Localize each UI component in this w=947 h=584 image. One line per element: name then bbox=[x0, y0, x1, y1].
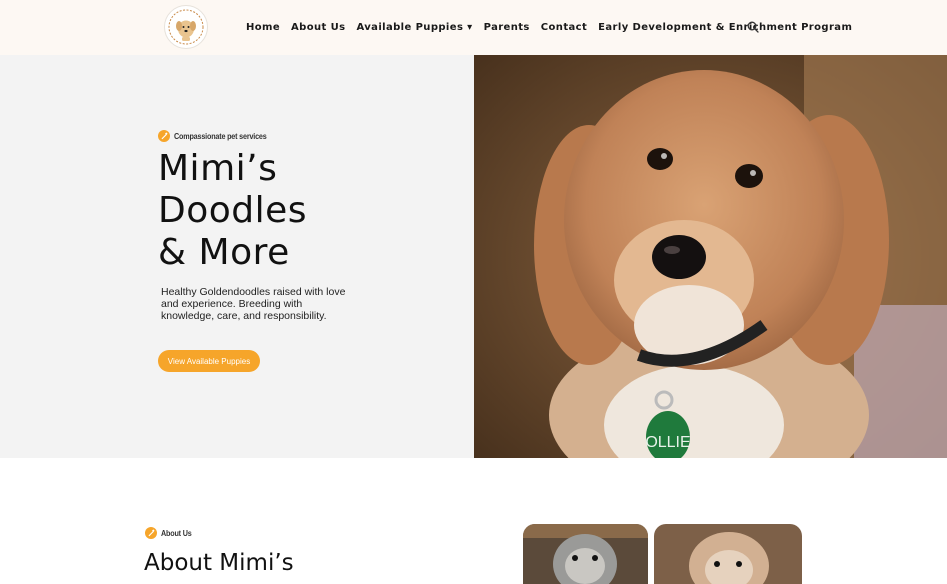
hero-description: Healthy Goldendoodles raised with love a… bbox=[161, 286, 346, 322]
view-available-puppies-button[interactable]: View Available Puppies bbox=[158, 350, 260, 372]
tan-doodle-photo bbox=[654, 524, 802, 584]
nav-home[interactable]: Home bbox=[246, 22, 280, 33]
about-tag-label: About Us bbox=[161, 528, 192, 538]
hero-title: Mimi’s Doodles & More bbox=[158, 148, 458, 274]
hero-title-line: Doodles bbox=[158, 190, 308, 231]
about-title: About Mimi’s bbox=[144, 550, 294, 576]
search-button[interactable] bbox=[742, 16, 764, 38]
site-header: Home About Us Available Puppies ▾ Parent… bbox=[0, 0, 947, 55]
goldendoodle-puppy-photo: OLLIE bbox=[474, 55, 947, 458]
paw-badge-icon bbox=[158, 130, 170, 142]
gray-doodle-photo bbox=[523, 524, 648, 584]
hero-tag: Compassionate pet services bbox=[158, 130, 277, 142]
collar-tag-text: OLLIE bbox=[645, 434, 690, 451]
about-tag: About Us bbox=[145, 527, 195, 539]
hero-title-line: Mimi’s bbox=[158, 148, 278, 189]
dog-logo[interactable] bbox=[164, 5, 208, 49]
nav-early-development[interactable]: Early Development & Enrichment Program bbox=[598, 22, 852, 33]
hero-title-line: & More bbox=[158, 232, 290, 273]
search-icon bbox=[747, 21, 759, 33]
hero-tag-label: Compassionate pet services bbox=[174, 131, 267, 141]
nav-about-us[interactable]: About Us bbox=[291, 22, 345, 33]
nav-contact[interactable]: Contact bbox=[541, 22, 587, 33]
paw-badge-icon bbox=[145, 527, 157, 539]
nav-available-puppies[interactable]: Available Puppies ▾ bbox=[356, 22, 472, 33]
nav-parents[interactable]: Parents bbox=[484, 22, 530, 33]
